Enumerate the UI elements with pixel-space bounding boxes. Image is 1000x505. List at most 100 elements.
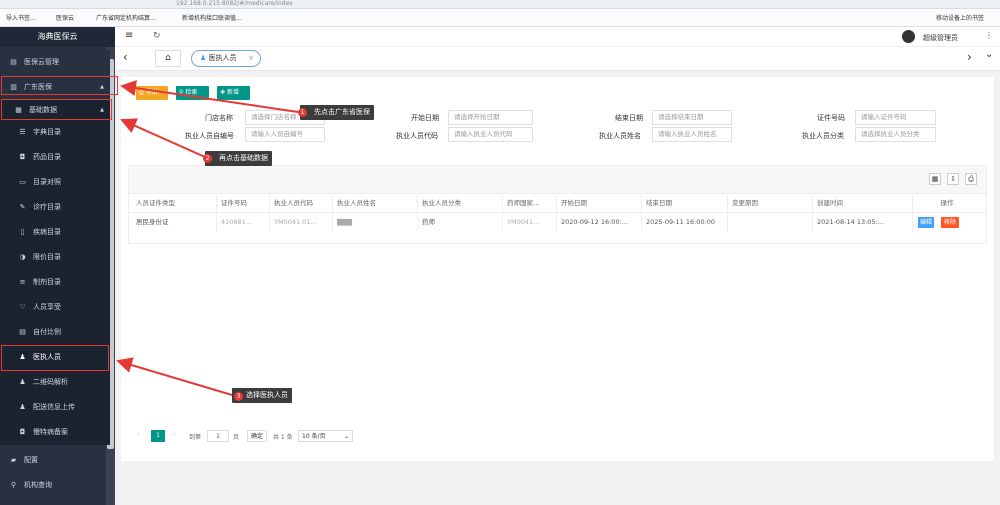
search-button[interactable]: ⚲ 检索	[176, 86, 209, 100]
sidebar-item-disease-catalog[interactable]: ▯ 疾病目录	[0, 220, 110, 245]
table-header-cell[interactable]: 执业人员姓名	[337, 195, 417, 212]
end-date-label: 结束日期	[615, 114, 643, 122]
home-icon: ⌂	[165, 53, 171, 63]
sidebar-item-cloud-admin[interactable]: ▤ 医保云管理	[0, 50, 110, 75]
start-date-label: 开始日期	[411, 114, 439, 122]
table-header-cell[interactable]: 操作	[917, 195, 977, 212]
sidebar-item-config[interactable]: ▰ 配置	[0, 448, 110, 473]
sidebar-item-staff-benefit[interactable]: ♡ 人员享受	[0, 295, 110, 320]
prev-page-icon[interactable]: ‹	[137, 431, 139, 438]
plus-icon: ✚	[220, 89, 227, 96]
sidebar-item-preparation[interactable]: ≡ 制剂目录	[0, 270, 110, 295]
staff-name-label: 执业人员姓名	[599, 132, 641, 140]
highlight-guangdong-menu	[1, 76, 118, 95]
end-date-input[interactable]: 请选择结束日期	[652, 110, 732, 125]
sidebar-item-treatment-catalog[interactable]: ✎ 诊疗目录	[0, 195, 110, 220]
tab-scroll-left-icon[interactable]: ‹	[123, 50, 128, 64]
user-avatar-icon[interactable]	[902, 30, 915, 43]
table-cell: 2025-09-11 16:00:00	[646, 218, 716, 226]
sidebar-item-qrcode[interactable]: ♟ 二维码解析	[0, 370, 110, 395]
table-header-cell[interactable]: 执业人员分类	[422, 195, 502, 212]
sidebar-item-label: 限价目录	[33, 253, 61, 261]
search-icon: ⚲	[10, 481, 17, 489]
user-name[interactable]: 超级管理员	[923, 33, 958, 43]
sidebar-item-label: 诊疗目录	[33, 203, 61, 211]
table-header-cell[interactable]: 执业人员代码	[274, 195, 334, 212]
bookmarks-bar: 导入书签... 医保云 广东省网定机构结算... 新增机构接口联调值... 移动…	[0, 9, 1000, 27]
column-divider	[912, 195, 913, 232]
user-icon: ♟	[19, 403, 26, 411]
column-divider	[727, 195, 728, 232]
sidebar-item-drug-catalog[interactable]: ◘ 药品目录	[0, 145, 110, 170]
staff-name-input[interactable]: 请输入执业人员姓名	[652, 127, 732, 142]
sidebar-item-price-limit[interactable]: ◑ 限价目录	[0, 245, 110, 270]
tab-dropdown-icon[interactable]: ⌄	[985, 49, 993, 60]
table-header-cell[interactable]: 人员证件类型	[136, 195, 216, 212]
url-text[interactable]: 192.168.0.215:8082/#/medicare/index	[176, 0, 293, 7]
sidebar-item-label: 配送信息上传	[33, 403, 75, 411]
refresh-icon[interactable]: ↻	[153, 31, 161, 41]
column-divider	[502, 195, 503, 232]
user-icon: ♟	[19, 378, 26, 386]
highlight-basic-data-menu	[1, 99, 112, 120]
staff-code-input[interactable]: 请输入执业人员代码	[448, 127, 533, 142]
table-header-cell[interactable]: 结束日期	[646, 195, 726, 212]
sidebar-item-catalog-mapping[interactable]: ▭ 目录对照	[0, 170, 110, 195]
edit-button[interactable]: 编辑	[918, 217, 934, 228]
table-cell: 2021-08-14 13:05:...	[817, 218, 884, 226]
table-header-cell[interactable]: 变更原因	[732, 195, 812, 212]
export-button[interactable]: ⎙ 导出	[136, 86, 168, 100]
menu-toggle-icon[interactable]: ≡	[125, 30, 133, 41]
bookmark-mobile[interactable]: 移动设备上的书签	[936, 13, 984, 22]
tab-home[interactable]: ⌂	[155, 50, 181, 67]
sidebar-item-dictionary[interactable]: ☰ 字典目录	[0, 120, 110, 145]
confirm-button[interactable]: 确定	[247, 430, 267, 442]
sidebar-item-delivery-upload[interactable]: ♟ 配送信息上传	[0, 395, 110, 420]
bookmark-new-org[interactable]: 新增机构接口联调值...	[182, 13, 242, 22]
annotation-step2: 再点击基础数据	[205, 151, 272, 166]
columns-icon[interactable]: ▦	[929, 173, 941, 185]
add-button[interactable]: ✚ 新增	[217, 86, 250, 100]
sidebar-item-label: 慢特病备案	[33, 428, 68, 436]
delete-button[interactable]: 移除	[941, 217, 959, 228]
tab-scroll-right-icon[interactable]: ›	[967, 50, 972, 64]
bookmark-import[interactable]: 导入书签...	[6, 13, 36, 22]
export-table-icon[interactable]: ⇩	[947, 173, 959, 185]
sidebar-item-copay-ratio[interactable]: ▤ 自付比例	[0, 320, 110, 345]
tab-close-icon[interactable]: ×	[248, 51, 254, 66]
table-cell: YM0041.01...	[274, 218, 317, 226]
start-date-input[interactable]: 请选择开始日期	[448, 110, 533, 125]
sidebar-item-org-query[interactable]: ⚲ 机构查询	[0, 473, 110, 498]
main-content: ⎙ 导出 ⚲ 检索 ✚ 新增 门店名称 请选择门店名称 开始日期 请选择开始日期…	[121, 77, 994, 461]
annotation-step2-number: 2	[203, 154, 212, 163]
table-cell: ▇▇▇	[337, 218, 352, 226]
page-size-select[interactable]: 10 条/页 ⌄	[298, 430, 353, 442]
table-header-cell[interactable]: 药师国家...	[507, 195, 557, 212]
sidebar-item-chronic-record[interactable]: ◘ 慢特病备案	[0, 420, 110, 445]
more-icon[interactable]: ⋮	[985, 31, 993, 40]
total-count: 共 1 条	[273, 434, 293, 441]
bookmark-gd-settle[interactable]: 广东省网定机构结算...	[96, 13, 156, 22]
table-cell: 药师	[422, 218, 435, 226]
cert-no-input[interactable]: 请输入证件号码	[855, 110, 936, 125]
table-header-cell[interactable]: 开始日期	[561, 195, 641, 212]
tab-medical-staff[interactable]: ♟ 医执人员 ×	[191, 50, 261, 67]
column-divider	[269, 195, 270, 232]
column-divider	[417, 195, 418, 232]
staff-category-select[interactable]: 请选择执业人员分类	[855, 127, 936, 142]
column-divider	[332, 195, 333, 232]
current-page[interactable]: 1	[151, 430, 165, 442]
sidebar-item-label: 疾病目录	[33, 228, 61, 236]
page-input[interactable]: 1	[207, 430, 229, 442]
sidebar-item-label: 配置	[24, 456, 38, 464]
table-cell: 2020-09-12 16:00:...	[561, 218, 628, 226]
highlight-medical-staff-menu	[1, 345, 109, 371]
next-page-icon[interactable]: ›	[173, 431, 175, 438]
table-header-cell[interactable]: 创建时间	[817, 195, 912, 212]
table-header-cell[interactable]: 证件号码	[221, 195, 271, 212]
print-icon[interactable]: ⎙	[965, 173, 977, 185]
staff-code-label: 执业人员代码	[396, 132, 438, 140]
self-no-input[interactable]: 请输入人员自编号	[245, 127, 325, 142]
bookmark-yibaoyun[interactable]: 医保云	[56, 13, 74, 22]
annotation-step3-number: 3	[234, 392, 243, 401]
